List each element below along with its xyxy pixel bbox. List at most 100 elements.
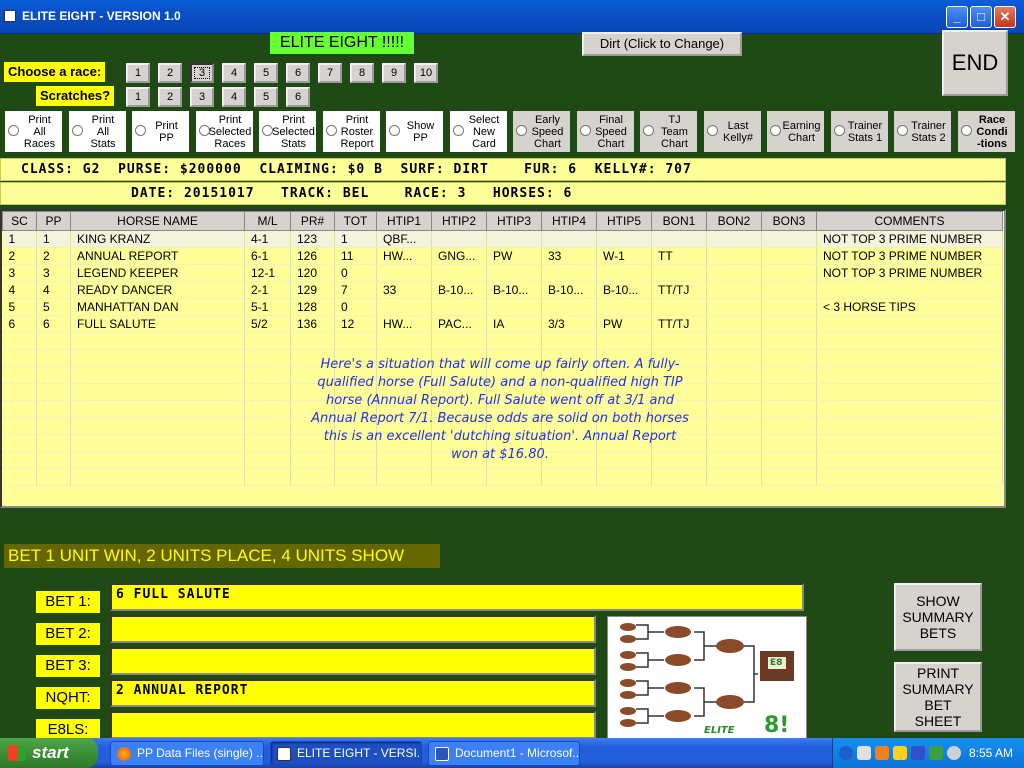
table-cell <box>761 264 817 282</box>
bet-field[interactable]: 6 FULL SALUTE <box>110 583 804 611</box>
option-trainer-stats-1[interactable]: Trainer Stats 1 <box>830 111 888 152</box>
table-row[interactable]: 4 4 READY DANCER 2-1 129 7 33 B-10... B-10... B-1… <box>2 281 1003 299</box>
column-header[interactable]: SC <box>2 211 37 231</box>
column-header[interactable]: HTIP1 <box>376 211 432 231</box>
column-header[interactable]: HTIP2 <box>431 211 487 231</box>
option-print-pp[interactable]: Print PP <box>132 111 189 152</box>
column-header[interactable]: TOT <box>334 211 377 231</box>
option-final-speed-chart[interactable]: Final Speed Chart <box>576 111 634 152</box>
column-header[interactable]: M/L <box>244 211 291 231</box>
table-row[interactable]: 2 2 ANNUAL REPORT 6-1 126 11 HW... GNG... PW 33 W-… <box>2 247 1003 265</box>
option-show-pp[interactable]: Show PP <box>386 111 443 152</box>
task-word[interactable]: Document1 - Microsof... <box>428 741 580 766</box>
option-earning-chart[interactable]: Earning Chart <box>767 111 824 152</box>
table-row[interactable]: 5 5 MANHATTAN DAN 5-1 128 0 < 3 HORSE TIPS <box>2 298 1003 316</box>
radio-icon[interactable] <box>71 125 83 136</box>
table-row[interactable]: 1 1 KING KRANZ 4-1 123 1 QBF... NOT TOP 3 PRIME… <box>2 230 1003 248</box>
race-button-7[interactable]: 7 <box>318 63 342 83</box>
scratch-button-4[interactable]: 4 <box>222 87 246 107</box>
column-header[interactable]: BON2 <box>706 211 762 231</box>
scratch-button-1[interactable]: 1 <box>126 87 150 107</box>
column-header[interactable]: PP <box>36 211 71 231</box>
start-button[interactable]: start <box>0 738 98 768</box>
table-cell <box>486 332 542 350</box>
column-header[interactable]: HTIP4 <box>541 211 597 231</box>
race-button-8[interactable]: 8 <box>350 63 374 83</box>
race-button-2[interactable]: 2 <box>158 63 182 83</box>
shield-icon[interactable] <box>893 746 907 760</box>
radio-icon[interactable] <box>770 125 781 136</box>
minimize-button[interactable]: _ <box>946 6 968 28</box>
option-last-kelly[interactable]: Last Kelly# <box>703 111 761 152</box>
task-elite-eight[interactable]: ELITE EIGHT - VERSI... <box>270 741 422 766</box>
bet-field[interactable] <box>110 647 596 675</box>
column-header[interactable]: PR# <box>290 211 335 231</box>
column-header[interactable]: BON3 <box>761 211 817 231</box>
race-button-6[interactable]: 6 <box>286 63 310 83</box>
title-bar[interactable]: ELITE EIGHT - VERSION 1.0 _ □ ✕ <box>0 0 1024 34</box>
option-label: Early Speed Chart <box>531 113 564 150</box>
column-header[interactable]: BON1 <box>651 211 707 231</box>
option-print-all-stats[interactable]: Print All Stats <box>68 111 126 152</box>
radio-icon[interactable] <box>8 125 19 136</box>
race-button-3[interactable]: 3 <box>190 63 214 83</box>
scratch-button-5[interactable]: 5 <box>254 87 278 107</box>
table-row[interactable]: 6 6 FULL SALUTE 5/2 136 12 HW... PAC... IA 3/3 PW T… <box>2 315 1003 333</box>
option-early-speed-chart[interactable]: Early Speed Chart <box>513 111 570 152</box>
column-header[interactable]: COMMENTS <box>816 211 1003 231</box>
radio-icon[interactable] <box>643 125 654 136</box>
option-print-selected-races[interactable]: Print Selected Races <box>195 111 253 152</box>
radio-icon[interactable] <box>897 125 908 136</box>
volume-icon[interactable] <box>947 746 961 760</box>
race-button-10[interactable]: 10 <box>414 63 438 83</box>
end-button[interactable]: END <box>942 30 1008 96</box>
bet-field[interactable] <box>110 615 596 643</box>
surface-toggle-button[interactable]: Dirt (Click to Change) <box>582 32 742 56</box>
display-icon[interactable] <box>911 746 925 760</box>
tray-arrow-icon[interactable] <box>839 746 853 760</box>
radio-icon[interactable] <box>833 125 845 136</box>
option-print-all-races[interactable]: Print All Races <box>5 111 62 152</box>
radio-icon[interactable] <box>960 125 972 136</box>
race-button-9[interactable]: 9 <box>382 63 406 83</box>
option-print-roster-report[interactable]: Print Roster Report <box>322 111 380 152</box>
close-button[interactable]: ✕ <box>994 6 1016 28</box>
option-select-new-card[interactable]: Select New Card <box>449 111 507 152</box>
radio-icon[interactable] <box>706 125 718 136</box>
table-cell <box>70 400 245 418</box>
scratch-button-3[interactable]: 3 <box>190 87 214 107</box>
table-row[interactable] <box>2 468 1003 486</box>
radio-icon[interactable] <box>452 125 464 136</box>
option-trainer-stats-2[interactable]: Trainer Stats 2 <box>894 111 951 152</box>
race-button-1[interactable]: 1 <box>126 63 150 83</box>
show-summary-bets-button[interactable]: SHOW SUMMARY BETS <box>894 583 982 651</box>
race-button-4[interactable]: 4 <box>222 63 246 83</box>
software-icon[interactable] <box>875 746 889 760</box>
task-firefox[interactable]: PP Data Files (single) ... <box>110 741 264 766</box>
security-icon[interactable] <box>929 746 943 760</box>
option-tj-team-chart[interactable]: TJ Team Chart <box>640 111 697 152</box>
bet-field[interactable] <box>110 711 596 738</box>
bet-field[interactable]: 2 ANNUAL REPORT <box>110 679 596 707</box>
column-header[interactable]: HTIP3 <box>486 211 542 231</box>
column-header[interactable]: HORSE NAME <box>70 211 245 231</box>
option-race-condi-tions[interactable]: Race Condi -tions <box>957 111 1015 152</box>
option-print-selected-stats[interactable]: Print Selected Stats <box>259 111 316 152</box>
radio-icon[interactable] <box>516 125 527 136</box>
maximize-button[interactable]: □ <box>970 6 992 28</box>
table-cell <box>816 434 1003 452</box>
table-row[interactable] <box>2 332 1003 350</box>
table-cell: 12-1 <box>244 264 291 282</box>
scratch-button-6[interactable]: 6 <box>286 87 310 107</box>
radio-icon[interactable] <box>579 125 591 136</box>
print-summary-bet-sheet-button[interactable]: PRINT SUMMARY BET SHEET <box>894 662 982 732</box>
race-button-5[interactable]: 5 <box>254 63 278 83</box>
network-icon[interactable] <box>857 746 871 760</box>
table-cell <box>431 264 487 282</box>
table-row[interactable]: 3 3 LEGEND KEEPER 12-1 120 0 NOT TOP 3 PRIME N… <box>2 264 1003 282</box>
column-header[interactable]: HTIP5 <box>596 211 652 231</box>
scratch-button-2[interactable]: 2 <box>158 87 182 107</box>
radio-icon[interactable] <box>135 125 146 136</box>
radio-icon[interactable] <box>389 125 400 136</box>
radio-icon[interactable] <box>325 125 337 136</box>
